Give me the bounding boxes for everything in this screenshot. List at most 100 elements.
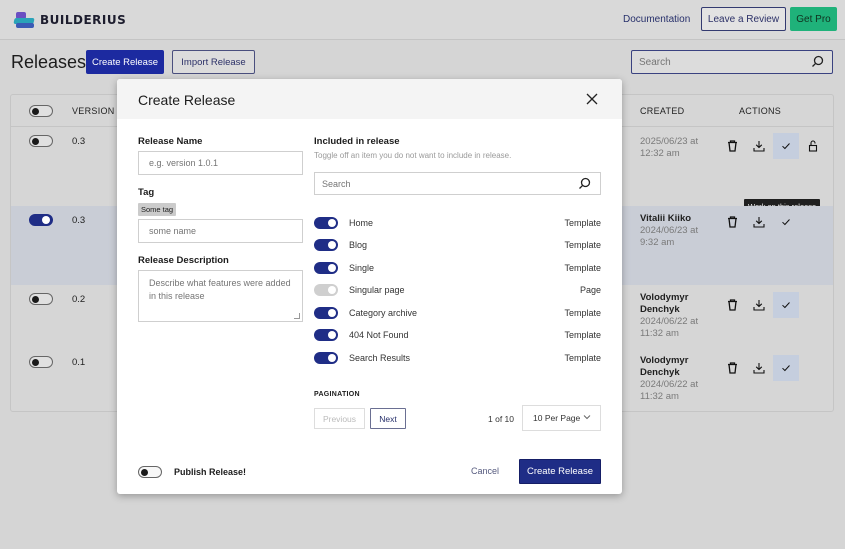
download-icon [753, 300, 765, 311]
release-name-label: Release Name [138, 136, 203, 147]
create-release-button[interactable]: Create Release [86, 50, 164, 74]
included-item: Singular page Page [314, 282, 601, 298]
delete-button[interactable] [719, 355, 745, 381]
include-toggle[interactable] [314, 352, 338, 364]
close-button[interactable] [584, 91, 600, 107]
submit-create-release-button[interactable]: Create Release [519, 459, 601, 484]
lock-button[interactable] [800, 133, 826, 159]
resize-handle[interactable] [294, 313, 300, 319]
column-created: CREATED [640, 106, 685, 116]
item-name: Singular page [349, 285, 405, 295]
trash-icon [727, 140, 737, 152]
per-page-select[interactable]: 10 Per Page [522, 405, 601, 431]
trash-icon [727, 299, 737, 311]
include-toggle[interactable] [314, 262, 338, 274]
include-toggle[interactable] [314, 329, 338, 341]
row-author: Volodymyr Denchyk [640, 292, 689, 315]
releases-search[interactable] [631, 50, 833, 74]
download-button[interactable] [746, 133, 772, 159]
check-icon [782, 302, 790, 309]
row-created: Volodymyr Denchyk 2024/06/22 at 11:32 am [640, 355, 710, 403]
import-release-button[interactable]: Import Release [172, 50, 255, 74]
trash-icon [727, 216, 737, 228]
row-actions [719, 133, 827, 159]
included-item: Single Template [314, 260, 601, 276]
brand-name: BUILDERIUS [40, 13, 127, 27]
releases-search-input[interactable] [632, 51, 802, 73]
download-icon [753, 141, 765, 152]
row-author: Vitalii Kiiko [640, 213, 692, 224]
row-created: Vitalii Kiiko 2024/06/23 at 9:32 am [640, 213, 710, 249]
included-search-input[interactable] [315, 173, 565, 194]
item-name: Blog [349, 240, 368, 250]
per-page-value: 10 Per Page [533, 413, 581, 423]
row-actions [719, 292, 800, 318]
delete-button[interactable] [719, 209, 745, 235]
row-select-toggle[interactable] [29, 293, 53, 305]
download-button[interactable] [746, 209, 772, 235]
column-actions: ACTIONS [739, 106, 782, 116]
tag-label: Tag [138, 187, 155, 198]
trash-icon [727, 362, 737, 374]
item-name: Search Results [349, 353, 411, 363]
download-icon [753, 363, 765, 374]
item-type: Template [564, 353, 601, 363]
delete-button[interactable] [719, 292, 745, 318]
row-version: 0.2 [72, 294, 86, 305]
release-name-field[interactable] [138, 151, 303, 175]
leave-review-button[interactable]: Leave a Review [701, 7, 786, 31]
include-toggle[interactable] [314, 307, 338, 319]
cancel-button[interactable]: Cancel [471, 466, 499, 476]
included-hint: Toggle off an item you do not want to in… [314, 151, 512, 160]
brand-logo[interactable]: BUILDERIUS [13, 10, 127, 30]
row-version: 0.3 [72, 136, 86, 147]
row-version: 0.1 [72, 357, 86, 368]
search-icon[interactable] [578, 177, 591, 195]
get-pro-button[interactable]: Get Pro [790, 7, 837, 31]
row-version: 0.3 [72, 215, 86, 226]
chevron-down-icon [583, 415, 591, 420]
tag-chip[interactable]: Some tag [138, 203, 177, 216]
row-date: 2024/06/22 at 11:32 am [640, 379, 699, 402]
publish-toggle[interactable] [138, 466, 162, 478]
include-toggle[interactable] [314, 284, 338, 296]
row-date: 2024/06/22 at 11:32 am [640, 316, 699, 339]
release-name-input[interactable] [139, 152, 302, 174]
item-type: Template [564, 240, 601, 250]
delete-button[interactable] [719, 133, 745, 159]
previous-button[interactable]: Previous [314, 408, 365, 429]
item-name: Category archive [349, 308, 418, 318]
description-textarea[interactable] [139, 271, 302, 321]
row-created: Volodymyr Denchyk 2024/06/22 at 11:32 am [640, 292, 710, 340]
included-item: Search Results Template [314, 350, 601, 366]
included-item: Home Template [314, 215, 601, 231]
tag-input[interactable] [139, 220, 302, 242]
row-created: 2025/06/23 at 12:32 am [640, 136, 699, 159]
documentation-link[interactable]: Documentation [623, 14, 690, 25]
include-toggle[interactable] [314, 217, 338, 229]
next-button[interactable]: Next [370, 408, 406, 429]
description-label: Release Description [138, 255, 229, 266]
tag-field[interactable] [138, 219, 303, 243]
download-button[interactable] [746, 355, 772, 381]
item-type: Template [564, 308, 601, 318]
work-on-release-button[interactable] [773, 133, 799, 159]
create-release-modal: Create Release Release Name Tag Some tag… [117, 79, 622, 494]
select-all-toggle[interactable] [29, 105, 53, 117]
work-on-release-button[interactable] [773, 292, 799, 318]
row-select-toggle[interactable] [29, 214, 53, 226]
search-icon[interactable] [811, 55, 824, 73]
item-type: Page [579, 285, 601, 295]
unlock-icon [808, 140, 818, 152]
row-select-toggle[interactable] [29, 135, 53, 147]
item-type: Template [564, 218, 601, 228]
included-search[interactable] [314, 172, 601, 195]
include-toggle[interactable] [314, 239, 338, 251]
row-select-toggle[interactable] [29, 356, 53, 368]
download-button[interactable] [746, 292, 772, 318]
work-on-release-button[interactable] [773, 355, 799, 381]
work-on-release-button[interactable] [773, 209, 799, 235]
check-icon [782, 143, 790, 150]
description-field[interactable] [138, 270, 303, 322]
row-author: Volodymyr Denchyk [640, 355, 689, 378]
